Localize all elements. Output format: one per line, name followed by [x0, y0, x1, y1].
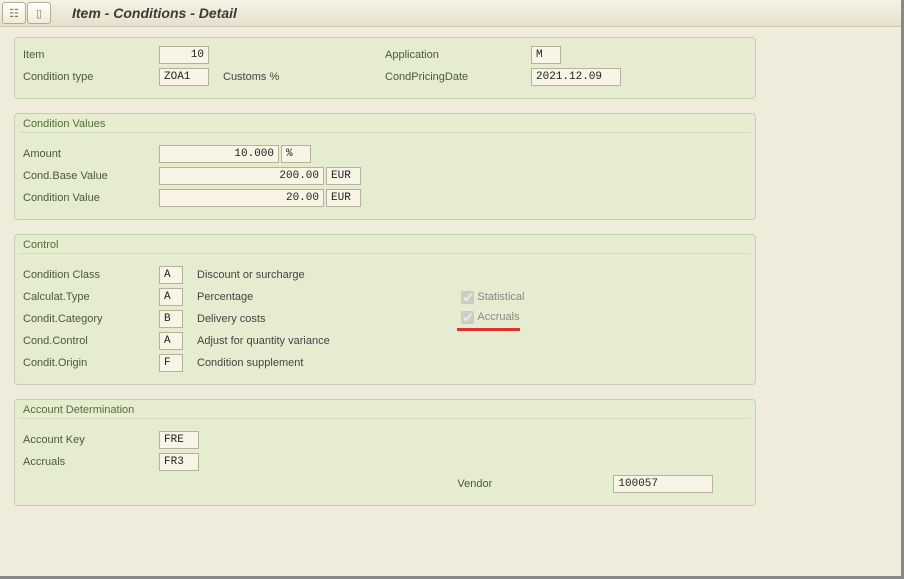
toolbar-icon-1: ☷: [9, 7, 19, 20]
accruals-label: Accruals: [477, 311, 519, 323]
header-group: Item Condition type Customs % Applicatio…: [14, 37, 756, 99]
vendor-label: Vendor: [457, 478, 613, 490]
title-bar: ☷ ▯ Item - Conditions - Detail: [0, 0, 901, 27]
control-title: Control: [15, 235, 755, 253]
statistical-checkbox-input[interactable]: [461, 291, 474, 304]
condtype-desc: Customs %: [209, 71, 279, 83]
calctype-field[interactable]: [159, 288, 183, 306]
condctrl-desc: Adjust for quantity variance: [183, 335, 330, 347]
condvalue-label: Condition Value: [23, 192, 159, 204]
condvalue-curr-field[interactable]: [326, 189, 361, 207]
application-label: Application: [385, 49, 531, 61]
base-curr-field[interactable]: [326, 167, 361, 185]
amount-unit-field[interactable]: [281, 145, 311, 163]
condtype-label: Condition type: [23, 71, 159, 83]
account-det-title: Account Determination: [15, 400, 755, 418]
item-label: Item: [23, 49, 159, 61]
accruals-checkbox[interactable]: Accruals: [457, 308, 519, 327]
condvalue-field[interactable]: [159, 189, 324, 207]
condctrl-label: Cond.Control: [23, 335, 159, 347]
application-field[interactable]: [531, 46, 561, 64]
toolbar-icon-2: ▯: [36, 7, 42, 20]
statistical-checkbox[interactable]: Statistical: [457, 288, 524, 307]
pricingdate-label: CondPricingDate: [385, 71, 531, 83]
condcat-label: Condit.Category: [23, 313, 159, 325]
base-label: Cond.Base Value: [23, 170, 159, 182]
acctkey-label: Account Key: [23, 434, 159, 446]
statistical-label: Statistical: [477, 291, 524, 303]
content-area: Item Condition type Customs % Applicatio…: [4, 27, 895, 570]
condorigin-field[interactable]: [159, 354, 183, 372]
vendor-field[interactable]: [613, 475, 713, 493]
calctype-desc: Percentage: [183, 291, 253, 303]
condclass-desc: Discount or surcharge: [183, 269, 305, 281]
pricingdate-field[interactable]: [531, 68, 621, 86]
toolbar-button-1[interactable]: ☷: [2, 2, 26, 24]
accruals2-label: Accruals: [23, 456, 159, 468]
condition-values-group: Condition Values Amount Cond.Base Value …: [14, 113, 756, 220]
condctrl-field[interactable]: [159, 332, 183, 350]
control-group: Control Condition Class Discount or surc…: [14, 234, 756, 385]
item-field[interactable]: [159, 46, 209, 64]
condition-values-title: Condition Values: [15, 114, 755, 132]
accruals2-field[interactable]: [159, 453, 199, 471]
base-field[interactable]: [159, 167, 324, 185]
acctkey-field[interactable]: [159, 431, 199, 449]
condtype-field[interactable]: [159, 68, 209, 86]
accruals-highlight: Accruals: [457, 308, 519, 331]
condorigin-label: Condit.Origin: [23, 357, 159, 369]
condclass-field[interactable]: [159, 266, 183, 284]
accruals-checkbox-input[interactable]: [461, 311, 474, 324]
calctype-label: Calculat.Type: [23, 291, 159, 303]
condcat-desc: Delivery costs: [183, 313, 265, 325]
condclass-label: Condition Class: [23, 269, 159, 281]
amount-label: Amount: [23, 148, 159, 160]
page-title: Item - Conditions - Detail: [72, 5, 237, 21]
condcat-field[interactable]: [159, 310, 183, 328]
amount-field[interactable]: [159, 145, 279, 163]
toolbar-button-2[interactable]: ▯: [27, 2, 51, 24]
account-det-group: Account Determination Account Key Accrua…: [14, 399, 756, 506]
condorigin-desc: Condition supplement: [183, 357, 303, 369]
